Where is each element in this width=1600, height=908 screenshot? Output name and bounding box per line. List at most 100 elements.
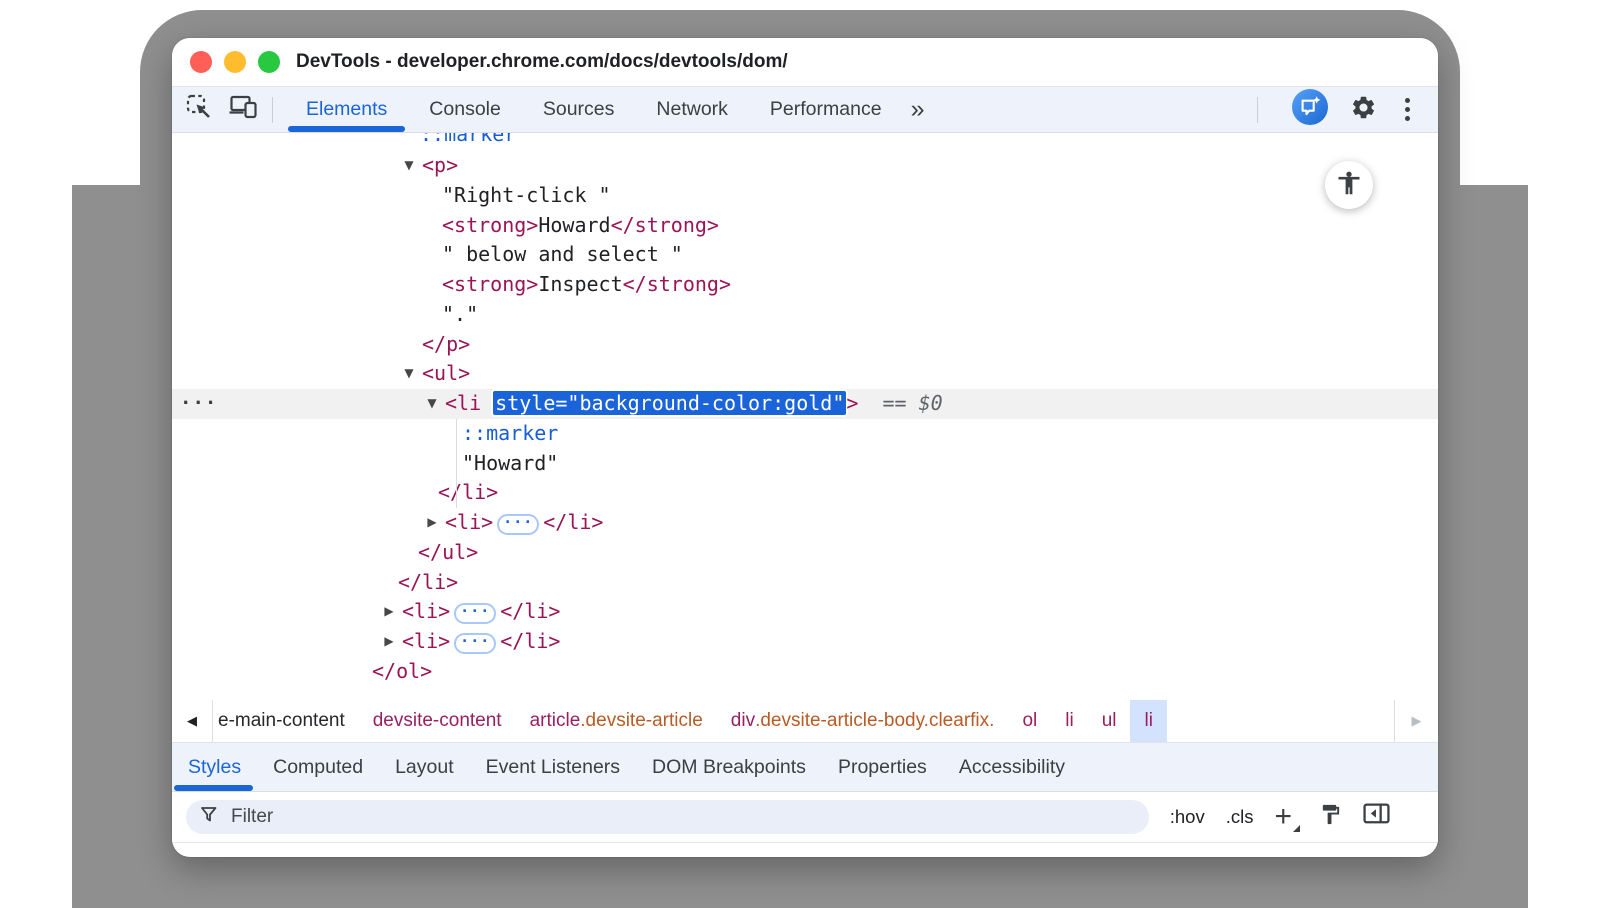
dom-node-line[interactable]: </ol> — [172, 657, 1438, 687]
sidebar-tab-dom-breakpoints[interactable]: DOM Breakpoints — [636, 743, 822, 791]
selected-attribute-text[interactable]: style="background-color:gold" — [493, 391, 846, 415]
element-classes-button[interactable]: .cls — [1226, 806, 1254, 828]
toolbar-divider-right — [1257, 97, 1258, 123]
more-panels-button[interactable]: » — [903, 95, 933, 124]
tab-network[interactable]: Network — [635, 87, 749, 132]
dom-node-line[interactable]: ▶<li>···</li> — [172, 508, 1438, 538]
expand-down-icon[interactable]: ▼ — [422, 389, 442, 419]
ellipsis-expand-button[interactable]: ··· — [497, 514, 539, 535]
dom-node-line[interactable]: ▶<li>···</li> — [172, 597, 1438, 627]
filter-input[interactable] — [229, 805, 1136, 829]
accessibility-person-icon — [1335, 169, 1363, 202]
code-token: <strong> — [442, 272, 538, 296]
code-token: </ul> — [418, 540, 478, 564]
dom-node-line[interactable]: ▼<ul> — [172, 359, 1438, 389]
dom-node-line[interactable]: </li> — [172, 568, 1438, 598]
styles-toolbar: :hov .cls + — [172, 792, 1438, 843]
elements-panel: ::marker▼<p>"Right-click "<strong>Howard… — [172, 133, 1438, 700]
device-toolbar-icon — [229, 95, 257, 124]
code-token: </li> — [398, 570, 458, 594]
sidebar-tab-properties[interactable]: Properties — [822, 743, 943, 791]
dom-node-line[interactable]: ::marker — [172, 133, 1438, 151]
tab-elements[interactable]: Elements — [285, 87, 408, 132]
breadcrumb-item[interactable]: div.devsite-article-body.clearfix. — [717, 700, 1009, 742]
breadcrumb-item[interactable]: ul — [1088, 700, 1131, 742]
chevron-double-right-icon: » — [911, 95, 925, 124]
filter-field[interactable] — [186, 800, 1149, 834]
ellipsis-expand-button[interactable]: ··· — [454, 633, 496, 654]
tab-console[interactable]: Console — [408, 87, 522, 132]
expand-down-icon[interactable]: ▼ — [399, 151, 419, 181]
breadcrumb-part: li — [1144, 710, 1152, 732]
more-options-button[interactable] — [1399, 96, 1416, 123]
expand-right-icon[interactable]: ▶ — [422, 508, 442, 538]
device-toolbar-button[interactable] — [226, 93, 260, 127]
dom-node-line[interactable]: </ul> — [172, 538, 1438, 568]
tab-performance[interactable]: Performance — [749, 87, 903, 132]
code-token: </li> — [543, 510, 603, 534]
paint-roller-icon — [1319, 803, 1342, 831]
breadcrumb-part: ol — [1022, 710, 1037, 732]
sidebar-tabs: StylesComputedLayoutEvent ListenersDOM B… — [172, 743, 1438, 792]
expand-right-icon[interactable]: ▶ — [379, 627, 399, 657]
ai-assistance-button[interactable] — [1292, 89, 1328, 130]
dom-node-line[interactable]: </p> — [172, 330, 1438, 360]
settings-button[interactable] — [1350, 94, 1377, 126]
dom-node-line[interactable]: ▶<li>···</li> — [172, 627, 1438, 657]
plus-icon: + — [1274, 800, 1292, 833]
breadcrumb-item[interactable]: li — [1051, 700, 1087, 742]
breadcrumb-part: .devsite-article-body.clearfix. — [755, 710, 994, 732]
dom-node-line[interactable]: ::marker — [172, 419, 1438, 449]
dom-node-line[interactable]: "." — [172, 300, 1438, 330]
sidebar-tab-layout[interactable]: Layout — [379, 743, 470, 791]
inspect-element-button[interactable] — [182, 93, 216, 127]
dom-node-line[interactable]: <strong>Inspect</strong> — [172, 270, 1438, 300]
code-token: <li> — [402, 629, 450, 653]
breadcrumb-bar: ◀ e-main-contentdevsite-contentarticle.d… — [172, 700, 1438, 743]
dom-node-line[interactable]: ▼<p> — [172, 151, 1438, 181]
ellipsis-expand-button[interactable]: ··· — [454, 603, 496, 624]
window-title: DevTools - developer.chrome.com/docs/dev… — [296, 51, 788, 73]
dom-node-line[interactable]: " below and select " — [172, 240, 1438, 270]
new-style-rule-button[interactable]: + — [1274, 802, 1292, 832]
breadcrumb-item[interactable]: article.devsite-article — [516, 700, 717, 742]
dom-node-line[interactable]: </li> — [172, 478, 1438, 508]
code-token: <li> — [402, 599, 450, 623]
code-token: Inspect — [538, 272, 622, 296]
dom-node-line[interactable]: "Howard" — [172, 449, 1438, 479]
sidebar-tab-styles[interactable]: Styles — [172, 743, 257, 791]
toggle-element-state-button[interactable]: :hov — [1170, 806, 1205, 828]
code-token: </li> — [500, 629, 560, 653]
breadcrumb-item[interactable]: e-main-content — [213, 700, 359, 742]
breadcrumb-prev-button[interactable]: ◀ — [172, 700, 213, 742]
breadcrumb-item[interactable]: li — [1130, 700, 1166, 742]
code-token: <strong> — [442, 213, 538, 237]
code-token: > — [846, 391, 858, 415]
breadcrumb-part: .devsite-article — [580, 710, 703, 732]
dom-node-line[interactable]: <strong>Howard</strong> — [172, 211, 1438, 241]
dom-node-line[interactable]: ···▼<li style="background-color:gold"> =… — [172, 389, 1438, 419]
overflow-menu-dots-icon[interactable]: ··· — [180, 389, 217, 419]
sidebar-tab-computed[interactable]: Computed — [257, 743, 379, 791]
rendering-emulation-button[interactable] — [1319, 803, 1342, 831]
tab-sources[interactable]: Sources — [522, 87, 636, 132]
toggle-sidebar-button[interactable] — [1363, 803, 1390, 831]
dom-node-line[interactable]: "Right-click " — [172, 181, 1438, 211]
accessibility-overlay-button[interactable] — [1325, 161, 1373, 209]
breadcrumb-item[interactable]: devsite-content — [359, 700, 516, 742]
panel-toggle-icon — [1363, 803, 1390, 831]
code-token: <p> — [422, 153, 458, 177]
sidebar-tab-accessibility[interactable]: Accessibility — [943, 743, 1081, 791]
breadcrumb-item[interactable]: ol — [1008, 700, 1051, 742]
minimize-button[interactable] — [224, 51, 246, 73]
breadcrumb-next-button[interactable]: ▶ — [1394, 700, 1438, 742]
code-token: ::marker — [420, 133, 516, 150]
page: DevTools - developer.chrome.com/docs/dev… — [0, 0, 1600, 908]
devtools-toolbar: ElementsConsoleSourcesNetworkPerformance… — [172, 87, 1438, 133]
code-token: </p> — [422, 332, 470, 356]
sidebar-tab-event-listeners[interactable]: Event Listeners — [470, 743, 636, 791]
expand-right-icon[interactable]: ▶ — [379, 597, 399, 627]
close-button[interactable] — [190, 51, 212, 73]
expand-down-icon[interactable]: ▼ — [399, 359, 419, 389]
maximize-button[interactable] — [258, 51, 280, 73]
